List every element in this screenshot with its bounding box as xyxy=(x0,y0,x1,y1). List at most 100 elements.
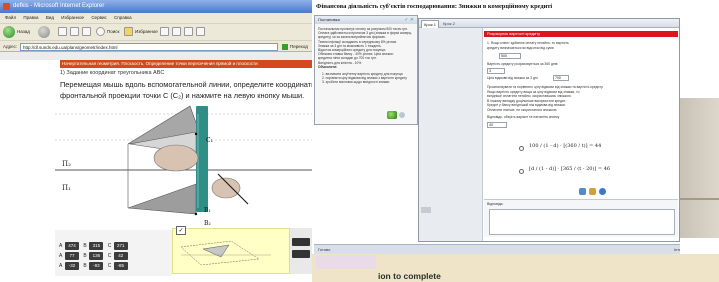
dialog-help-icon[interactable] xyxy=(399,112,405,118)
forward-arrow-icon[interactable] xyxy=(38,26,50,38)
window-title-bar: defkis - Microsoft Internet Explorer xyxy=(0,0,312,13)
calculator-window: Крок 1 Крок 2 Розрахунок вартості кредит… xyxy=(418,18,680,242)
point-c1 xyxy=(194,132,198,136)
coord-value[interactable]: -32 xyxy=(65,262,79,270)
task-dialog: Постановка ✓ ✕ Постачальник пропонує опл… xyxy=(314,15,418,125)
preview-sketch xyxy=(180,240,271,266)
article-title: Фінансова діяльність суб'єктів господарю… xyxy=(316,3,553,10)
formula-2: [d / (1 - d)] · [365 / (t - 20)] = 46 xyxy=(529,166,611,172)
hand-left xyxy=(153,144,199,172)
preview-panel xyxy=(172,228,290,274)
calculate-icon[interactable] xyxy=(579,188,586,195)
coord-value[interactable]: -85 xyxy=(113,262,128,270)
tab-step-1[interactable]: Крок 1 xyxy=(421,20,439,28)
calc-line: Ціна відмови від знижки за 3 дні xyxy=(487,76,538,80)
back-button[interactable]: Назад xyxy=(17,26,30,38)
edit-icon[interactable] xyxy=(196,27,205,36)
help-icon[interactable] xyxy=(599,188,606,195)
mail-icon[interactable] xyxy=(172,27,181,36)
go-label: Переход xyxy=(290,44,308,49)
right-edge-bar xyxy=(680,98,719,238)
favorites-button[interactable]: Избранное xyxy=(135,26,158,38)
tab-bar: Крок 1 Крок 2 xyxy=(419,19,679,28)
coord-key: B xyxy=(83,263,87,269)
coord-value[interactable]: 315 xyxy=(89,242,104,250)
search-icon[interactable] xyxy=(96,27,105,36)
dialog-title: Постановка xyxy=(318,17,340,22)
coord-value[interactable]: 42 xyxy=(113,252,128,260)
go-arrow-icon xyxy=(282,43,288,50)
favorites-star-icon[interactable] xyxy=(124,27,133,36)
browser-window: defkis - Microsoft Internet Explorer Фай… xyxy=(0,0,312,280)
answer-textarea[interactable] xyxy=(489,209,675,235)
refresh-icon[interactable] xyxy=(589,188,596,195)
coord-value[interactable]: 136 xyxy=(89,252,104,260)
go-button[interactable]: Переход xyxy=(282,43,310,51)
plane-label-pi2: Π₂ xyxy=(62,160,71,168)
coord-value[interactable]: 474 xyxy=(65,242,79,250)
coord-key: A xyxy=(59,253,63,259)
instruction-line: Перемещая мышь вдоль вспомогательной лин… xyxy=(60,80,312,89)
coord-key: A xyxy=(59,263,63,269)
coord-row: A -32 B -93 C -85 xyxy=(59,262,131,271)
dialog-title-bar: Постановка ✓ ✕ xyxy=(315,16,417,24)
right-edge-image xyxy=(680,0,719,254)
rate-input[interactable]: 40 xyxy=(487,122,507,128)
menu-item-file[interactable]: Файл xyxy=(5,15,16,20)
calc-line: кредиту визначається як відсоток від сум… xyxy=(487,45,554,50)
calc-action-icons xyxy=(579,182,619,195)
dialog-line: Обчислити: xyxy=(318,64,338,69)
lesson-banner: Начертательная геометрия. Плоскость. Опр… xyxy=(60,60,312,68)
right-edge-line xyxy=(680,198,719,200)
sidebar-icon[interactable] xyxy=(421,207,431,213)
horizontal-triangle xyxy=(127,183,197,215)
coord-row: A 77 B 136 C 42 xyxy=(59,252,131,261)
dialog-task: 3. зробити висновок щодо вигідності зниж… xyxy=(322,80,390,85)
menu-item-help[interactable]: Справка xyxy=(114,15,132,20)
dialog-ok-icon[interactable] xyxy=(387,111,397,119)
coord-value[interactable]: 77 xyxy=(65,252,79,260)
preview-checkbox[interactable]: ✓ xyxy=(176,226,186,235)
label-b1: B₁ xyxy=(204,207,211,214)
geometry-drawing[interactable]: C₁ B₁ B₂ xyxy=(0,104,312,230)
bottom-caption: ion to complete xyxy=(378,271,441,281)
toolbar: Назад Поиск Избранное xyxy=(0,23,312,40)
coord-row: A 474 B 315 C 271 xyxy=(59,242,131,251)
option-radio-1[interactable] xyxy=(519,146,524,151)
menu-item-edit[interactable]: Правка xyxy=(23,15,38,20)
lesson-instruction: Перемещая мышь вдоль вспомогательной лин… xyxy=(60,79,312,103)
home-icon[interactable] xyxy=(82,27,91,36)
instruction-line: фронтальной проекции точки C (C₂) и нажм… xyxy=(60,91,305,100)
address-bar: Адрес: http://dl.sunds.edu.ua/plans/geom… xyxy=(0,40,312,52)
coord-key: A xyxy=(59,243,63,249)
menu-item-view[interactable]: Вид xyxy=(46,15,54,20)
back-arrow-icon[interactable] xyxy=(3,26,15,38)
navigation-panel xyxy=(290,228,312,274)
coord-key: C xyxy=(107,253,112,259)
option-radio-2[interactable] xyxy=(519,169,524,174)
refresh-icon[interactable] xyxy=(70,27,79,36)
history-icon[interactable] xyxy=(160,27,169,36)
stop-icon[interactable] xyxy=(58,27,67,36)
background-patch xyxy=(316,255,376,269)
address-input[interactable]: http://dl.sunds.edu.ua/plans/geometr/ind… xyxy=(20,43,278,51)
days-input[interactable]: 3 xyxy=(487,68,505,74)
amount-input[interactable]: 500 xyxy=(499,53,521,59)
answer-label: Відповідь: xyxy=(487,202,504,206)
prev-button[interactable] xyxy=(292,250,310,258)
status-bar: Готово Інтернет xyxy=(314,244,719,254)
menu-item-tools[interactable]: Сервис xyxy=(91,15,106,20)
close-icon[interactable]: ✓ ✕ xyxy=(404,16,414,24)
search-button[interactable]: Поиск xyxy=(107,26,119,38)
coord-key: B xyxy=(83,253,87,259)
next-button[interactable] xyxy=(292,238,310,246)
coord-value[interactable]: -93 xyxy=(89,262,104,270)
limit-input[interactable]: 700 xyxy=(553,75,569,81)
tab-step-2[interactable]: Крок 2 xyxy=(441,20,457,28)
window-title: defkis - Microsoft Internet Explorer xyxy=(13,3,105,9)
coordinates-panel: A 474 B 315 C 271 A 77 B 136 C 42 A -32 B -93 C-… xyxy=(55,230,172,276)
print-icon[interactable] xyxy=(184,27,193,36)
plane-label-pi1: Π₁ xyxy=(62,184,71,192)
coord-value[interactable]: 271 xyxy=(113,242,128,250)
menu-item-favorites[interactable]: Избранное xyxy=(61,15,84,20)
